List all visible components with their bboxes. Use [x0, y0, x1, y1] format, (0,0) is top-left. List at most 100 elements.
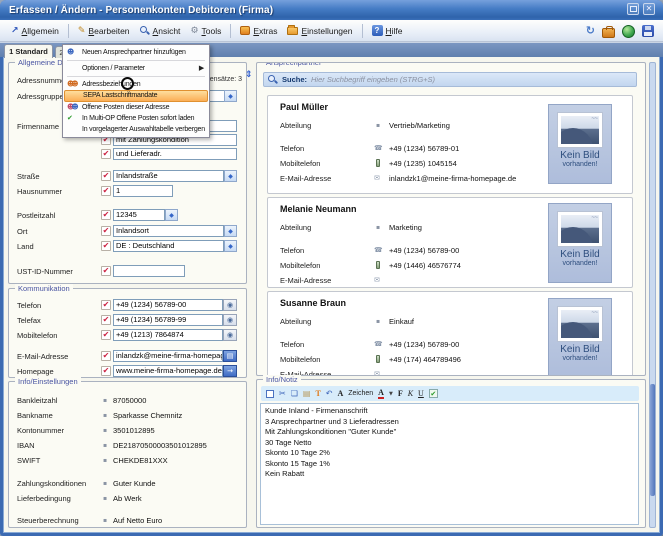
save-icon[interactable] — [642, 25, 654, 37]
select-all-icon[interactable] — [266, 390, 274, 398]
swift-value: CHEKDE81XXX — [113, 456, 168, 465]
postleitzahl-dropdown-icon[interactable]: ◆ — [165, 209, 178, 221]
telefon-value: +49 (1234) 56789-00 — [389, 340, 459, 349]
menu-ansicht[interactable]: Ansicht — [135, 24, 186, 38]
contact-card[interactable]: Melanie Neumann Abteilung ▪ Marketing Te… — [267, 197, 633, 288]
strasse-dropdown-icon[interactable]: ◆ — [224, 170, 237, 182]
edit-note-icon[interactable]: ✔ — [429, 389, 438, 398]
dial-mobile-icon[interactable]: ◉ — [223, 329, 237, 341]
contact-photo-placeholder: Kein Bild vorhanden! — [548, 203, 612, 283]
telefon-label: Telefon — [280, 144, 304, 153]
menu-allgemein[interactable]: ↗ Allgemein — [6, 24, 64, 38]
send-mail-icon[interactable]: ▤ — [223, 350, 237, 362]
check-icon: ✔ — [67, 114, 78, 123]
kein-bild-text: Kein Bild — [549, 250, 611, 260]
menu-item-neuer-ansprechpartner[interactable]: ☻ Neuen Ansprechpartner hinzufügen — [64, 47, 208, 58]
telefon-input[interactable]: +49 (1234) 56789-00 — [113, 299, 223, 311]
land-dropdown-icon[interactable]: ◆ — [224, 240, 237, 252]
red-check-icon[interactable]: ✔ — [101, 366, 111, 376]
dial-fax-icon[interactable]: ◉ — [223, 314, 237, 326]
ort-input[interactable]: Inlandsort — [113, 225, 224, 237]
contact-card[interactable]: Paul Müller Abteilung ▪ Vertrieb/Marketi… — [267, 95, 633, 194]
font-color-icon[interactable]: A — [378, 388, 384, 399]
kein-bild-text: Kein Bild — [549, 151, 611, 161]
mobiltelefon-label: Mobiltelefon — [280, 261, 320, 270]
red-check-icon[interactable]: ✔ — [101, 315, 111, 325]
menu-item-auswahltabelle-verbergen[interactable]: In vorgelagerter Auswahltabelle verberge… — [64, 124, 208, 135]
red-check-icon[interactable]: ✔ — [101, 266, 111, 276]
mobile-phone-icon — [376, 355, 380, 363]
menu-item-multi-op-laden[interactable]: ✔ In Multi-OP Offene Posten sofort laden — [64, 113, 208, 124]
email-input[interactable]: inlandzk@meine-firma-homepage.de — [113, 350, 223, 362]
briefcase-icon[interactable] — [602, 28, 615, 38]
red-check-icon[interactable]: ✔ — [101, 300, 111, 310]
email-value: inlandzk1@meine-firma-homepage.de — [389, 174, 516, 183]
scrollbar-thumb[interactable] — [650, 384, 655, 496]
hausnummer-label: Hausnummer — [17, 187, 62, 196]
chevron-down-icon[interactable]: ▼ — [389, 391, 393, 397]
underline-icon[interactable]: U — [418, 387, 424, 400]
vertical-scrollbar[interactable] — [649, 62, 656, 528]
bold-icon[interactable]: F — [398, 387, 403, 400]
cut-icon[interactable]: ✂ — [279, 387, 286, 400]
copy-icon[interactable]: ❏ — [291, 387, 298, 400]
menu-einstellungen[interactable]: Einstellungen — [282, 24, 357, 38]
red-check-icon[interactable]: ✔ — [101, 351, 111, 361]
tab-standard[interactable]: 1 Standard — [4, 44, 53, 58]
menu-item-sepa-lastschriftmandate[interactable]: SEPA Lastschriftmandate — [64, 90, 208, 102]
red-check-icon[interactable]: ✔ — [101, 210, 111, 220]
red-check-icon[interactable]: ✔ — [101, 226, 111, 236]
contact-card[interactable]: Susanne Braun Abteilung ▪ Einkauf Telefo… — [267, 291, 633, 376]
firmenname-input-3[interactable]: und Lieferadr. — [113, 148, 237, 160]
toolbar-separator — [68, 24, 69, 38]
bankname-value: Sparkasse Chemnitz — [113, 411, 182, 420]
telefax-label: Telefax — [17, 316, 41, 325]
note-textarea[interactable]: Kunde Inland - Firmenanschrift 3 Ansprec… — [260, 403, 639, 525]
globe-icon[interactable] — [622, 25, 635, 38]
telefon-label: Telefon — [17, 301, 41, 310]
adressgruppe-dropdown-icon[interactable]: ◆ — [224, 90, 237, 102]
bearbeiten-dropdown-menu: ☻ Neuen Ansprechpartner hinzufügen Optio… — [62, 44, 210, 138]
red-check-icon[interactable]: ✔ — [101, 330, 111, 340]
strasse-input[interactable]: Inlandstraße — [113, 170, 224, 182]
red-check-icon[interactable]: ✔ — [101, 171, 111, 181]
telefax-input[interactable]: +49 (1234) 56789-99 — [113, 314, 223, 326]
menu-item-adressbeziehungen[interactable]: ☻☻ Adressbeziehungen — [64, 79, 208, 90]
ort-dropdown-icon[interactable]: ◆ — [224, 225, 237, 237]
hausnummer-input[interactable]: 1 — [113, 185, 173, 197]
menu-extras[interactable]: Extras — [235, 24, 282, 38]
italic-icon[interactable]: K — [408, 387, 413, 400]
menu-tools[interactable]: ⚙ Tools — [185, 24, 226, 38]
red-check-icon[interactable]: ✔ — [101, 186, 111, 196]
mobiltelefon-input[interactable]: +49 (1213) 7864874 — [113, 329, 223, 341]
red-check-icon[interactable]: ✔ — [101, 149, 111, 159]
restore-icon[interactable] — [627, 3, 639, 15]
menu-item-offene-posten[interactable]: ☻☻ Offene Posten dieser Adresse — [64, 102, 208, 113]
undo-icon[interactable]: ↶ — [326, 387, 333, 400]
postleitzahl-input[interactable]: 12345 — [113, 209, 165, 221]
panel-splitter-icon[interactable]: ⇕ — [245, 70, 253, 80]
text-icon[interactable]: T — [315, 387, 320, 400]
red-check-icon[interactable]: ✔ — [101, 241, 111, 251]
menu-bearbeiten[interactable]: ✎ Bearbeiten — [73, 24, 135, 38]
mobiltelefon-value: +49 (174) 464789496 — [389, 355, 461, 364]
bullet-icon: ▪ — [103, 442, 107, 449]
telefon-value: +49 (1234) 56789-00 — [389, 246, 459, 255]
close-icon[interactable]: ✕ — [643, 3, 655, 15]
homepage-input[interactable]: www.meine-firma-homepage.de — [113, 365, 223, 377]
menu-item-optionen-parameter[interactable]: Optionen / Parameter ▶ — [64, 63, 208, 74]
paste-icon[interactable]: ▤ — [303, 387, 311, 400]
search-input[interactable]: Hier Suchbegriff eingeben (STRG+S) — [311, 75, 435, 84]
contact-search-bar[interactable]: Suche: Hier Suchbegriff eingeben (STRG+S… — [263, 72, 637, 87]
mail-icon: ✉ — [374, 370, 380, 376]
email-label: E-Mail-Adresse — [17, 352, 68, 361]
land-input[interactable]: DE : Deutschland — [113, 240, 224, 252]
group-ansprechpartner: Ansprechpartner Suche: Hier Suchbegriff … — [256, 62, 646, 376]
bullet-icon: ▪ — [376, 224, 380, 231]
ustid-input[interactable] — [113, 265, 185, 277]
open-homepage-icon[interactable]: → — [223, 365, 237, 377]
menu-hilfe[interactable]: ? Hilfe — [367, 23, 408, 38]
refresh-icon[interactable]: ↻ — [586, 26, 595, 36]
font-icon[interactable]: A — [337, 387, 343, 400]
dial-phone-icon[interactable]: ◉ — [223, 299, 237, 311]
